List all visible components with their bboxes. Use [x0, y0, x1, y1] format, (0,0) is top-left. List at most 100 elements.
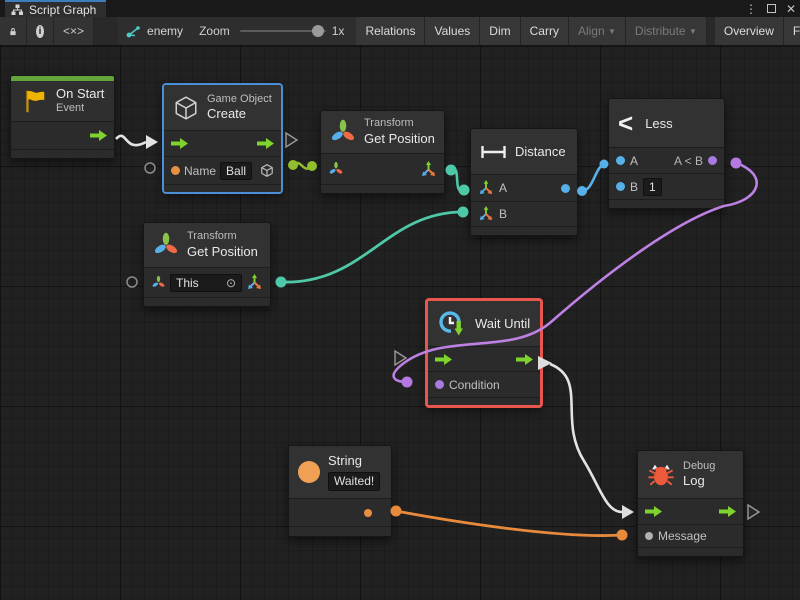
close-icon[interactable]: ✕	[786, 2, 796, 16]
name-field[interactable]: Ball	[220, 162, 252, 180]
flow-output-port[interactable]	[719, 506, 736, 517]
vector3-input-port-b[interactable]	[478, 206, 494, 222]
title-bar: Script Graph ⋮ ✕	[0, 0, 800, 17]
flow-input-port[interactable]	[435, 354, 452, 365]
window-menu-icon[interactable]: ⋮	[745, 2, 757, 16]
flow-output-port[interactable]	[90, 130, 107, 141]
node-category: Transform	[364, 117, 435, 131]
transform-icon	[153, 232, 179, 258]
distribute-dropdown[interactable]: Distribute ▼	[626, 17, 707, 45]
unity-script-graph-window: Script Graph ⋮ ✕ i <×> enemy	[0, 0, 800, 600]
node-category: Transform	[187, 230, 258, 244]
node-title: On Start	[56, 86, 104, 102]
toolbar: i <×> enemy Zoom 1x Relations Values Dim…	[0, 17, 800, 46]
node-title: Get Position	[364, 131, 435, 147]
node-category: Game Object	[207, 93, 272, 107]
node-category: Debug	[683, 460, 715, 474]
graph-hierarchy-icon	[11, 4, 24, 16]
node-title: Log	[683, 473, 715, 489]
node-title: Create	[207, 106, 272, 122]
vector3-input-port-a[interactable]	[478, 180, 494, 196]
a-input-port[interactable]	[616, 156, 625, 165]
graph-node-icon	[126, 25, 141, 38]
less-icon: <	[618, 110, 633, 136]
chevron-down-icon: ▼	[608, 27, 616, 36]
code-toggle-label: <×>	[63, 24, 84, 38]
b-input-port[interactable]	[616, 182, 625, 191]
values-button[interactable]: Values	[425, 17, 480, 45]
graph-name: enemy	[147, 24, 183, 38]
string-output-port[interactable]	[364, 509, 372, 517]
zoom-value: 1x	[332, 24, 345, 38]
node-title: Less	[645, 116, 672, 131]
name-port-label: Name	[184, 164, 216, 178]
this-field[interactable]: This ⊙	[170, 274, 242, 292]
transform-input-port[interactable]	[328, 161, 344, 177]
tab-script-graph[interactable]: Script Graph	[5, 0, 106, 17]
graph-breadcrumb[interactable]: enemy	[118, 17, 191, 45]
node-distance[interactable]: Distance A B	[470, 128, 578, 236]
distance-icon	[480, 145, 507, 159]
port-b-label: B	[499, 207, 507, 221]
object-picker-icon[interactable]: ⊙	[226, 276, 236, 290]
condition-input-port[interactable]	[435, 380, 444, 389]
overview-button[interactable]: Overview	[715, 17, 784, 45]
result-label: A < B	[674, 154, 703, 168]
flow-input-port[interactable]	[645, 506, 662, 517]
lock-button[interactable]	[0, 17, 27, 45]
relations-button[interactable]: Relations	[356, 17, 425, 45]
transform-icon	[330, 119, 356, 145]
vector3-output-port[interactable]	[420, 161, 437, 178]
zoom-slider[interactable]	[240, 30, 326, 32]
flow-input-port[interactable]	[171, 138, 188, 149]
port-b-label: B	[630, 180, 638, 194]
full-screen-button[interactable]: Full Screen	[784, 17, 800, 45]
node-title: Distance	[515, 144, 566, 159]
name-input-port[interactable]	[171, 166, 180, 175]
flag-icon	[20, 87, 48, 115]
node-debug-log[interactable]: Debug Log Message	[637, 450, 744, 557]
node-get-position-top[interactable]: Transform Get Position	[320, 110, 445, 194]
node-title: Get Position	[187, 244, 258, 260]
b-value-field[interactable]: 1	[643, 178, 662, 196]
dim-button[interactable]: Dim	[480, 17, 520, 45]
align-dropdown[interactable]: Align ▼	[569, 17, 626, 45]
flow-output-port[interactable]	[516, 354, 533, 365]
string-value-field[interactable]: Waited!	[328, 472, 380, 491]
result-output-port[interactable]	[708, 156, 717, 165]
flow-output-port[interactable]	[257, 138, 274, 149]
node-less[interactable]: < Less A A < B B 1	[608, 98, 725, 209]
condition-label: Condition	[449, 378, 500, 392]
carry-button[interactable]: Carry	[521, 17, 569, 45]
string-icon	[298, 461, 320, 483]
cube-icon	[173, 95, 199, 121]
node-title: Wait Until	[475, 316, 530, 331]
node-create-game-object[interactable]: Game Object Create Name Ball	[163, 84, 282, 193]
info-icon: i	[36, 25, 44, 38]
info-button[interactable]: i	[27, 17, 54, 45]
zoom-label: Zoom	[199, 24, 230, 38]
gameobject-output-port[interactable]	[260, 163, 274, 178]
node-on-start-event[interactable]: On Start Event	[10, 75, 115, 159]
wait-clock-icon	[437, 309, 467, 339]
maximize-icon[interactable]	[767, 4, 776, 13]
message-input-port[interactable]	[645, 532, 653, 540]
port-a-label: A	[630, 154, 638, 168]
node-subtitle: Event	[56, 102, 104, 116]
result-output-port[interactable]	[561, 184, 570, 193]
message-label: Message	[658, 529, 707, 543]
code-toggle-button[interactable]: <×>	[54, 17, 94, 45]
vector3-output-port[interactable]	[246, 274, 263, 291]
node-title: String	[328, 453, 380, 469]
bug-icon	[647, 461, 675, 489]
zoom-slider-handle[interactable]	[312, 25, 324, 37]
port-a-label: A	[499, 181, 507, 195]
tab-title: Script Graph	[29, 3, 96, 17]
node-get-position-bottom[interactable]: Transform Get Position This ⊙	[143, 222, 271, 307]
lock-icon	[9, 25, 17, 38]
chevron-down-icon: ▼	[689, 27, 697, 36]
zoom-control: Zoom 1x	[191, 17, 356, 45]
node-string[interactable]: String Waited!	[288, 445, 392, 537]
transform-input-port[interactable]	[151, 275, 166, 290]
node-wait-until[interactable]: Wait Until Condition	[426, 299, 542, 407]
